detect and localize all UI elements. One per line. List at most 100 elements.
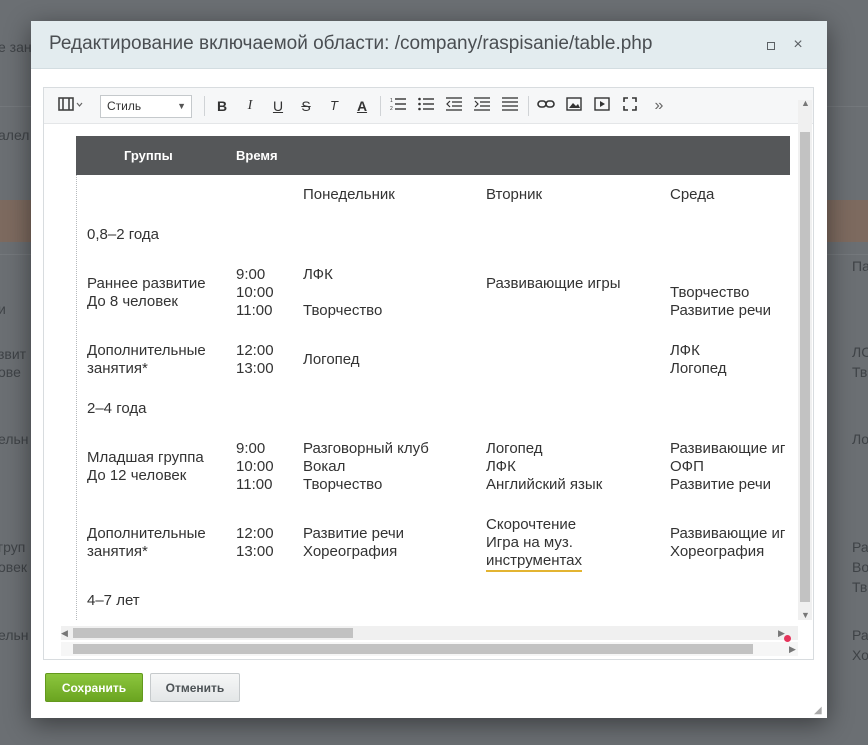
group-cell: До 12 человек bbox=[87, 467, 187, 484]
scroll-right-icon[interactable]: ▶ bbox=[789, 644, 796, 655]
fullscreen-button[interactable] bbox=[621, 96, 639, 116]
time-cell: 12:00 bbox=[236, 342, 274, 359]
time-cell: 9:00 bbox=[236, 440, 266, 457]
background-text: Тв bbox=[852, 364, 868, 380]
cancel-button[interactable]: Отменить bbox=[150, 673, 240, 702]
font-color-button[interactable]: A bbox=[353, 96, 371, 116]
lesson-cell: Хореография bbox=[303, 543, 398, 560]
lesson-cell: Логопед bbox=[303, 351, 360, 368]
group-cell: занятия* bbox=[87, 543, 148, 560]
section-title: 4–7 лет bbox=[87, 592, 140, 609]
content-horizontal-scroll-thumb[interactable] bbox=[73, 628, 353, 638]
toolbar-separator bbox=[528, 96, 529, 116]
vertical-scrollbar[interactable]: ▲ ▼ bbox=[798, 98, 812, 620]
maximize-button[interactable] bbox=[762, 36, 780, 54]
lesson-cell: Английский язык bbox=[486, 476, 603, 493]
lesson-cell: Развитие речи bbox=[670, 302, 772, 319]
lesson-cell: Развитие речи bbox=[303, 525, 405, 542]
background-text: ове bbox=[0, 364, 21, 380]
time-cell: 11:00 bbox=[236, 302, 273, 319]
background-text: и bbox=[0, 301, 6, 317]
content-horizontal-scrollbar[interactable]: ◀ ▶ bbox=[61, 626, 798, 640]
align-justify-button[interactable] bbox=[501, 96, 519, 116]
lesson-cell: Логопед bbox=[486, 440, 543, 457]
background-text: Па bbox=[852, 258, 868, 274]
table-border-guide bbox=[76, 175, 77, 620]
vertical-scroll-thumb[interactable] bbox=[800, 132, 810, 602]
background-text: ЛС bbox=[852, 344, 868, 360]
view-mode-button[interactable] bbox=[54, 96, 88, 116]
lesson-cell: Развивающие иг bbox=[670, 525, 786, 542]
bullet-list-button[interactable] bbox=[417, 96, 435, 116]
scroll-left-icon[interactable]: ◀ bbox=[61, 628, 68, 639]
lesson-cell: Творчество bbox=[303, 476, 383, 493]
table-header-row: Группы Время bbox=[76, 136, 790, 175]
style-select[interactable]: Стиль ▼ bbox=[100, 95, 192, 118]
close-button[interactable]: × bbox=[789, 36, 807, 54]
column-header-groups: Группы bbox=[124, 148, 173, 163]
dialog-titlebar[interactable]: Редактирование включаемой области: /comp… bbox=[31, 21, 827, 69]
insert-video-button[interactable] bbox=[593, 96, 611, 116]
group-cell: Раннее развитие bbox=[87, 275, 206, 292]
group-cell: Младшая группа bbox=[87, 449, 204, 466]
day-header-tuesday: Вторник bbox=[486, 186, 543, 203]
background-text: Ра bbox=[852, 539, 868, 555]
indent-button[interactable] bbox=[473, 96, 491, 116]
group-cell: занятия* bbox=[87, 360, 148, 377]
lesson-cell: Развивающие игры bbox=[486, 275, 621, 292]
background-text: груп bbox=[0, 539, 26, 555]
toolbar-separator bbox=[380, 96, 381, 116]
ordered-list-button[interactable]: 12 bbox=[389, 96, 407, 116]
lesson-cell: ЛФК bbox=[670, 342, 700, 359]
toolbar-separator bbox=[204, 96, 205, 116]
day-header-monday: Понедельник bbox=[303, 186, 395, 203]
bold-button[interactable]: B bbox=[213, 96, 231, 116]
time-cell: 10:00 bbox=[236, 458, 274, 475]
time-cell: 10:00 bbox=[236, 284, 274, 301]
background-text: Тв bbox=[852, 579, 868, 595]
editor-content[interactable]: Группы Время Понедельник Вторник Среда 0… bbox=[76, 136, 790, 620]
lesson-cell: Творчество bbox=[670, 284, 750, 301]
save-button[interactable]: Сохранить bbox=[45, 673, 143, 702]
group-cell: Дополнительные bbox=[87, 342, 206, 359]
more-tools-button[interactable]: » bbox=[650, 96, 668, 116]
background-text: ельн bbox=[0, 627, 29, 643]
background-text: Ло bbox=[852, 431, 868, 447]
clear-format-button[interactable]: T bbox=[325, 96, 343, 116]
underline-button[interactable]: U bbox=[269, 96, 287, 116]
insert-link-button[interactable] bbox=[537, 96, 555, 116]
align-justify-icon bbox=[502, 97, 518, 111]
link-icon bbox=[537, 100, 555, 108]
background-text: ельн bbox=[0, 431, 29, 447]
time-cell: 12:00 bbox=[236, 525, 274, 542]
insert-image-button[interactable] bbox=[565, 96, 583, 116]
svg-text:1: 1 bbox=[390, 98, 393, 104]
editor-horizontal-scrollbar[interactable]: ▶ bbox=[61, 642, 798, 656]
outdent-button[interactable] bbox=[445, 96, 463, 116]
group-cell: До 8 человек bbox=[87, 293, 178, 310]
video-icon bbox=[594, 97, 610, 111]
dialog-title: Редактирование включаемой области: /comp… bbox=[49, 33, 653, 54]
maximize-icon bbox=[767, 42, 775, 50]
edit-include-area-dialog: Редактирование включаемой области: /comp… bbox=[31, 21, 827, 718]
strikethrough-button[interactable]: S bbox=[297, 96, 315, 116]
section-title: 2–4 года bbox=[87, 400, 147, 417]
lesson-cell-misspelled: инструментах bbox=[486, 552, 583, 572]
style-select-value: Стиль bbox=[107, 99, 142, 113]
scroll-down-icon[interactable]: ▼ bbox=[801, 610, 810, 620]
time-cell: 13:00 bbox=[236, 360, 274, 377]
time-cell: 11:00 bbox=[236, 476, 273, 493]
bullet-list-icon bbox=[418, 97, 434, 111]
outdent-icon bbox=[446, 97, 462, 111]
notification-dot bbox=[784, 635, 791, 642]
editor-horizontal-scroll-thumb[interactable] bbox=[73, 644, 753, 654]
background-text: звит bbox=[0, 346, 27, 362]
scroll-up-icon[interactable]: ▲ bbox=[801, 98, 810, 108]
time-cell: 13:00 bbox=[236, 543, 274, 560]
italic-button[interactable]: I bbox=[241, 96, 259, 116]
lesson-cell: Развивающие иг bbox=[670, 440, 786, 457]
image-icon bbox=[566, 97, 582, 111]
resize-handle-icon[interactable]: ◢ bbox=[814, 705, 824, 716]
time-cell: 9:00 bbox=[236, 266, 266, 283]
lesson-cell: Вокал bbox=[303, 458, 346, 475]
